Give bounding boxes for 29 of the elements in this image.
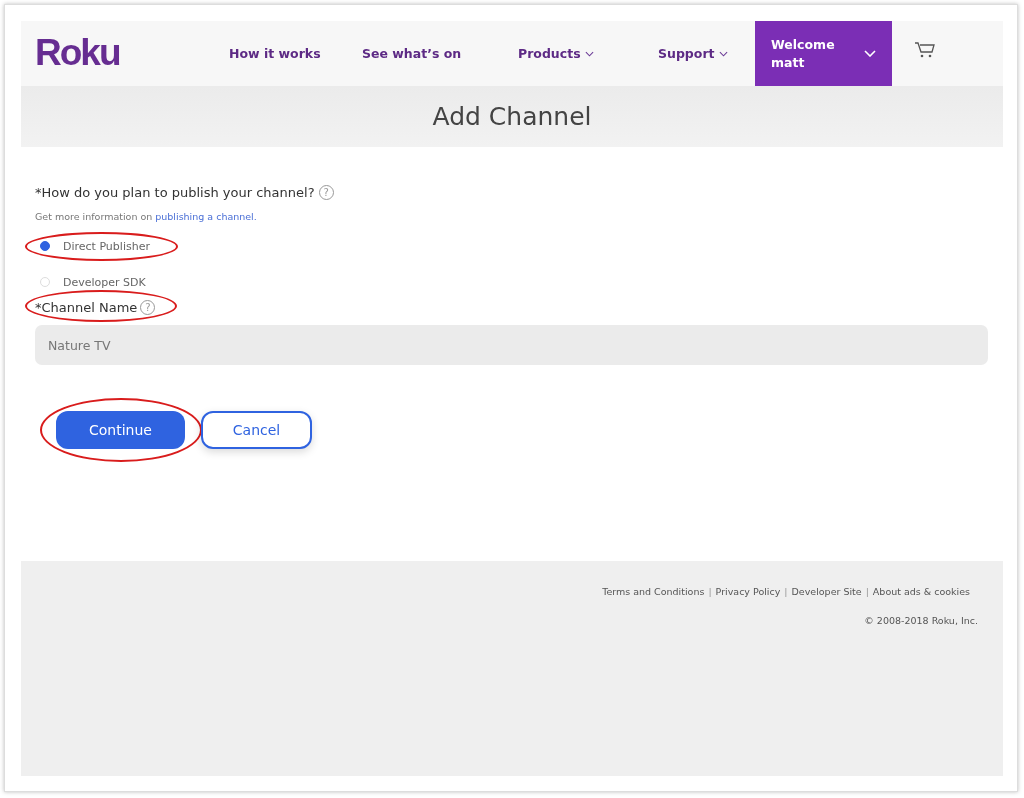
chevron-down-icon	[718, 50, 728, 57]
cancel-button[interactable]: Cancel	[201, 411, 312, 449]
footer-link[interactable]: Terms and Conditions	[602, 586, 705, 597]
footer-link[interactable]: Privacy Policy	[715, 586, 781, 597]
channel-name-field[interactable]: Nature TV	[35, 325, 988, 365]
footer-link[interactable]: Developer Site	[791, 586, 862, 597]
nav-link[interactable]: How it works	[229, 46, 362, 61]
chevron-down-icon	[864, 50, 876, 57]
cart-icon[interactable]	[914, 41, 936, 59]
radio-button[interactable]	[40, 241, 50, 251]
chevron-down-icon	[584, 50, 594, 57]
question-label: *How do you plan to publish your channel?	[35, 185, 315, 200]
info-text: Get more information on publishing a channel.	[35, 211, 258, 222]
continue-button[interactable]: Continue	[56, 411, 185, 449]
separator: |	[708, 586, 712, 597]
radio-option[interactable]: Direct Publisher	[35, 228, 150, 264]
page-title: Add Channel	[432, 102, 592, 131]
radio-option[interactable]: Developer SDK	[35, 264, 146, 300]
separator: |	[865, 586, 869, 597]
nav-link[interactable]: See what’s on	[362, 46, 518, 61]
nav-link[interactable]: Products	[518, 46, 658, 61]
nav-link[interactable]: Support	[658, 46, 753, 61]
account-menu[interactable]: Welcome matt	[755, 21, 892, 86]
separator: |	[784, 586, 788, 597]
logo[interactable]: Roku	[21, 21, 213, 86]
info-link[interactable]: publishing a channel.	[155, 211, 257, 222]
field-label: *Channel Name	[35, 300, 138, 315]
copyright-text: © 2008-2018 Roku, Inc.	[864, 615, 978, 626]
footer-link[interactable]: About ads & cookies	[872, 586, 970, 597]
